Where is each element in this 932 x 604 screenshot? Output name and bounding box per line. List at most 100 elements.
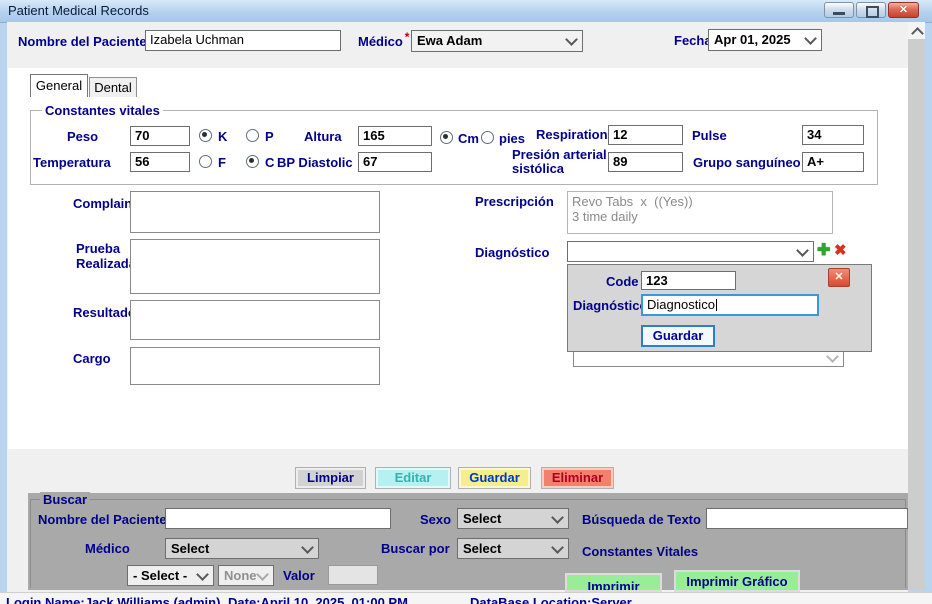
buscar-por-select[interactable]: Select xyxy=(457,538,569,559)
patient-name-input[interactable]: Izabela Uchman xyxy=(145,30,341,51)
status-bar: Login Name:Jack Williams (admin) Date:Ap… xyxy=(0,592,932,604)
scroll-up-button[interactable] xyxy=(908,22,925,39)
status-database: DataBase Location:Server xyxy=(470,595,632,604)
grupo-sanguineo-label: Grupo sanguíneo xyxy=(693,155,801,170)
temp-unit-f-label: F xyxy=(218,155,226,170)
limpiar-button[interactable]: Limpiar xyxy=(295,467,366,489)
delete-diagnostico-icon[interactable]: ✖ xyxy=(834,243,847,259)
temp-unit-c-radio[interactable] xyxy=(246,155,259,168)
busqueda-texto-label: Búsqueda de Texto xyxy=(582,512,701,527)
window-title: Patient Medical Records xyxy=(8,3,149,18)
medico-label: Médico* xyxy=(358,34,409,49)
vitals-group-title: Constantes vitales xyxy=(42,103,163,118)
buscar-medico-label: Médico xyxy=(85,541,130,556)
imprimir-button[interactable]: Imprimir xyxy=(565,573,662,592)
buscar-patient-name-input[interactable] xyxy=(165,508,391,529)
app-window: Patient Medical Records ✕ Nombre del Pac… xyxy=(0,0,932,604)
none-select[interactable]: None xyxy=(218,565,274,586)
buscar-group-title: Buscar xyxy=(40,492,90,507)
peso-input[interactable]: 70 xyxy=(130,126,190,146)
eliminar-button[interactable]: Eliminar xyxy=(541,467,614,489)
close-icon: ✕ xyxy=(834,271,843,283)
code-input[interactable]: 123 xyxy=(641,271,736,290)
pulse-label: Pulse xyxy=(692,128,727,143)
respiration-label: Respiration xyxy=(536,127,608,142)
chevron-down-icon xyxy=(826,350,839,363)
busqueda-texto-input[interactable] xyxy=(706,508,908,529)
maximize-icon xyxy=(866,6,879,18)
vitals-groupbox xyxy=(30,110,878,185)
text-cursor xyxy=(716,299,717,311)
tab-general[interactable]: General xyxy=(30,74,88,97)
status-date: Date:April 10, 2025, 01:00 PM xyxy=(228,595,408,604)
chevron-down-icon xyxy=(565,33,578,46)
peso-unit-p-label: P xyxy=(265,129,274,144)
diagnostico-label: Diagnóstico xyxy=(475,245,549,260)
chevron-down-icon xyxy=(301,541,314,554)
vertical-scrollbar[interactable] xyxy=(908,22,925,590)
chevron-down-icon xyxy=(196,568,209,581)
bp-diastolic-input[interactable]: 67 xyxy=(358,152,432,172)
prueba-realizada-textarea[interactable] xyxy=(130,239,380,294)
popup-guardar-button[interactable]: Guardar xyxy=(641,325,715,347)
peso-unit-p-radio[interactable] xyxy=(246,129,259,142)
altura-input[interactable]: 165 xyxy=(358,126,432,146)
bp-diastolic-label: BP Diastolic xyxy=(277,155,353,170)
resultados-textarea[interactable] xyxy=(130,300,380,340)
complaints-textarea[interactable] xyxy=(130,191,380,233)
minimize-button[interactable] xyxy=(824,2,854,18)
buscar-medico-select[interactable]: Select xyxy=(165,538,319,559)
cargo-textarea[interactable] xyxy=(130,347,380,385)
chevron-down-icon xyxy=(256,568,269,581)
status-login: Login Name:Jack Williams (admin) xyxy=(6,595,220,604)
chevron-down-icon xyxy=(796,244,809,257)
sexo-label: Sexo xyxy=(420,512,451,527)
add-diagnostico-icon[interactable]: ✚ xyxy=(817,243,830,259)
prescripcion-label: Prescripción xyxy=(475,194,554,209)
patient-name-label: Nombre del Paciente* xyxy=(18,34,153,49)
respiration-input[interactable]: 12 xyxy=(608,125,683,145)
maximize-button[interactable] xyxy=(856,2,886,18)
editar-button[interactable]: Editar xyxy=(375,467,451,489)
altura-unit-cm-label: Cm xyxy=(458,131,479,146)
chevron-down-icon xyxy=(551,511,564,524)
pulse-input[interactable]: 34 xyxy=(802,125,864,145)
field-select[interactable]: - Select - xyxy=(127,565,214,586)
imprimir-grafico-button[interactable]: Imprimir Gráfico xyxy=(674,570,800,592)
peso-unit-k-label: K xyxy=(218,129,227,144)
presion-sistolica-input[interactable]: 89 xyxy=(608,152,683,172)
altura-unit-pies-radio[interactable] xyxy=(481,131,494,144)
temperatura-input[interactable]: 56 xyxy=(130,152,190,172)
guardar-button[interactable]: Guardar xyxy=(458,467,531,489)
title-bar: Patient Medical Records ✕ xyxy=(0,0,932,23)
buscar-por-label: Buscar por xyxy=(381,541,450,556)
cargo-label: Cargo xyxy=(73,351,111,366)
chevron-down-icon xyxy=(804,32,817,45)
close-button[interactable]: ✕ xyxy=(888,2,919,18)
grupo-sanguineo-input[interactable]: A+ xyxy=(802,152,864,172)
peso-label: Peso xyxy=(67,129,98,144)
tab-dental[interactable]: Dental xyxy=(89,77,137,97)
minimize-icon xyxy=(833,12,845,15)
presion-sistolica-label: Presión arterial sistólica xyxy=(512,148,607,176)
buscar-patient-name-label: Nombre del Paciente xyxy=(38,512,167,527)
prescripcion-textarea[interactable]: Revo Tabs x ((Yes)) 3 time daily xyxy=(567,191,833,234)
temperatura-label: Temperatura xyxy=(33,155,111,170)
valor-input[interactable] xyxy=(328,565,378,585)
diagnostico-select[interactable] xyxy=(567,241,814,262)
close-icon: ✕ xyxy=(889,3,918,18)
sexo-select[interactable]: Select xyxy=(457,508,569,529)
popup-diagnostico-input[interactable]: Diagnostico xyxy=(641,294,819,316)
temp-unit-c-label: C xyxy=(265,155,274,170)
constantes-vitales-label: Constantes Vitales xyxy=(582,544,698,559)
required-asterisk: * xyxy=(405,30,410,44)
chevron-down-icon xyxy=(551,541,564,554)
medico-select[interactable]: Ewa Adam xyxy=(411,30,583,52)
diagnostico-popup: ✕ Code* 123 Diagnóstico* Diagnostico Gua… xyxy=(567,264,872,352)
popup-close-button[interactable]: ✕ xyxy=(828,268,850,287)
peso-unit-k-radio[interactable] xyxy=(199,129,212,142)
code-label: Code* xyxy=(606,274,645,289)
fecha-datepicker[interactable]: Apr 01, 2025 xyxy=(708,29,822,51)
temp-unit-f-radio[interactable] xyxy=(199,155,212,168)
altura-unit-cm-radio[interactable] xyxy=(440,131,453,144)
